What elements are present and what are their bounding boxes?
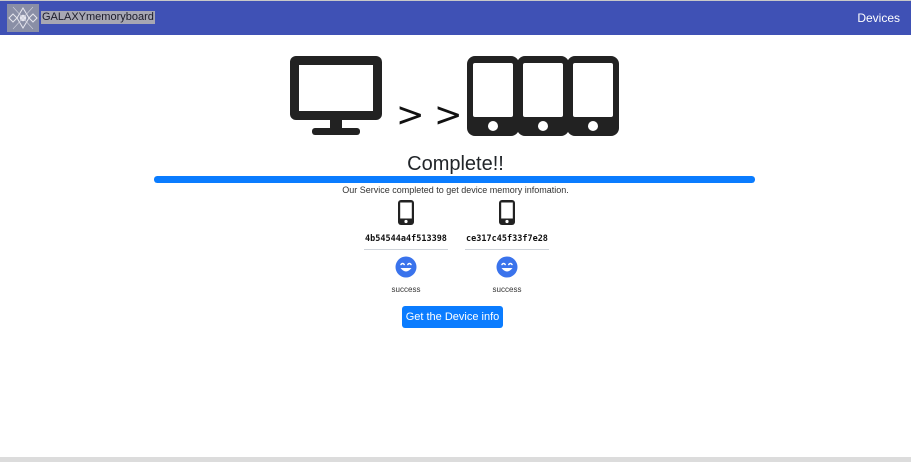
progress-fill [154, 176, 755, 183]
device-card: ce317c45f33f7e28 success [465, 200, 549, 294]
phone-icon [567, 56, 619, 136]
device-status: success [492, 285, 522, 294]
logo-icon[interactable] [7, 4, 39, 32]
device-id: ce317c45f33f7e28 [466, 234, 548, 244]
status-message: Our Service completed to get device memo… [342, 185, 569, 195]
device-id: 4b54544a4f513398 [365, 234, 447, 244]
divider [364, 249, 448, 250]
smile-icon [496, 256, 518, 278]
device-card: 4b54544a4f513398 success [364, 200, 448, 294]
nav-devices-link[interactable]: Devices [857, 11, 900, 25]
phone-icon [398, 200, 414, 225]
phone-icon [467, 56, 519, 136]
page-title: Complete!! [407, 153, 504, 175]
horizontal-scrollbar[interactable] [0, 457, 911, 462]
brand-name[interactable]: GALAXYmemoryboard [41, 11, 155, 24]
hero-arrow: > [396, 95, 425, 135]
phone-icon [517, 56, 569, 136]
hero-arrow: > [434, 95, 463, 135]
phone-icon [499, 200, 515, 225]
get-device-info-button[interactable]: Get the Device info [402, 306, 503, 328]
smile-icon [395, 256, 417, 278]
monitor-icon [290, 56, 382, 135]
progress-bar [154, 176, 755, 183]
navbar: GALAXYmemoryboard Devices [0, 0, 911, 35]
device-status: success [391, 285, 421, 294]
divider [465, 249, 549, 250]
